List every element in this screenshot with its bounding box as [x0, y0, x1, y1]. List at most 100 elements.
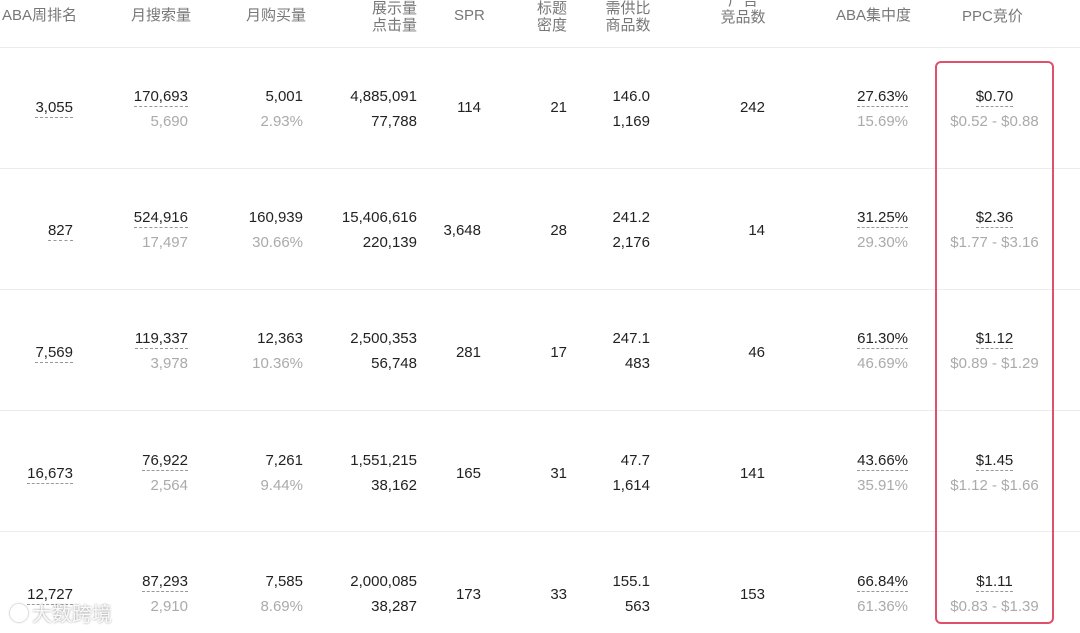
purchase-volume: 5,001: [265, 88, 303, 105]
cell-impressions-clicks: 4,885,091 77,788: [320, 84, 417, 134]
header-aba-concentration[interactable]: ABA集中度: [836, 7, 911, 24]
concentration-value: 66.84%: [857, 573, 908, 592]
cell-ad-products: 153: [739, 586, 765, 603]
concentration-value: 61.30%: [857, 330, 908, 349]
impressions: 2,000,085: [350, 573, 417, 590]
cell-aba-rank[interactable]: 3,055: [0, 98, 73, 118]
cell-monthly-search[interactable]: 119,337 3,978: [100, 326, 188, 376]
cell-aba-concentration[interactable]: 61.30% 46.69%: [830, 326, 908, 376]
cell-impressions-clicks: 2,000,085 38,287: [320, 569, 417, 619]
header-aba-rank[interactable]: ABA周排名: [2, 7, 77, 24]
header-supply-ratio-label: 需供比: [605, 0, 651, 17]
purchase-rate: 8.69%: [260, 598, 303, 615]
concentration-sub: 61.36%: [857, 598, 908, 615]
cell-title-density: 31: [550, 465, 567, 482]
cell-title-density: 21: [550, 99, 567, 116]
cell-ad-products: 46: [748, 344, 765, 361]
search-volume: 170,693: [133, 88, 188, 107]
cell-monthly-search[interactable]: 76,922 2,564: [100, 448, 188, 498]
cell-aba-rank[interactable]: 827: [0, 221, 73, 241]
supply-ratio: 247.1: [612, 330, 650, 347]
cell-spr: 3,648: [443, 222, 481, 239]
purchase-rate: 10.36%: [252, 355, 303, 372]
cell-supply-demand: 146.0 1,169: [590, 84, 650, 134]
table-row: 7,569 119,337 3,978 12,363 10.36% 2,500,…: [0, 290, 1080, 411]
cell-monthly-search[interactable]: 524,916 17,497: [100, 205, 188, 255]
header-title-density-line2: 密度: [536, 17, 567, 34]
cell-aba-concentration[interactable]: 66.84% 61.36%: [830, 569, 908, 619]
cell-spr: 165: [455, 465, 481, 482]
cell-supply-demand: 247.1 483: [590, 326, 650, 376]
supply-ratio: 146.0: [612, 88, 650, 105]
cell-title-density: 33: [550, 586, 567, 603]
header-title-density[interactable]: 标题 密度: [534, 0, 570, 34]
cell-impressions-clicks: 15,406,616 220,139: [320, 205, 417, 255]
cell-aba-concentration[interactable]: 31.25% 29.30%: [830, 205, 908, 255]
header-monthly-purchase[interactable]: 月购买量: [246, 7, 306, 24]
clicks: 220,139: [362, 234, 417, 251]
impressions: 1,551,215: [350, 452, 417, 469]
header-impressions-label: 展示量: [371, 0, 417, 17]
header-supply-demand[interactable]: 需供比 商品数: [603, 0, 653, 34]
cell-supply-demand: 241.2 2,176: [590, 205, 650, 255]
concentration-value: 27.63%: [857, 88, 908, 107]
table-row: 16,673 76,922 2,564 7,261 9.44% 1,551,21…: [0, 411, 1080, 532]
product-count: 1,614: [612, 477, 650, 494]
concentration-sub: 35.91%: [857, 477, 908, 494]
cell-spr: 114: [457, 99, 481, 116]
watermark-text: 大数跨境: [32, 604, 112, 626]
search-volume: 87,293: [142, 573, 188, 592]
cell-ad-products: 141: [739, 465, 765, 482]
impressions: 2,500,353: [350, 330, 417, 347]
purchase-rate: 30.66%: [252, 234, 303, 251]
cell-supply-demand: 155.1 563: [590, 569, 650, 619]
header-monthly-search[interactable]: 月搜索量: [131, 7, 191, 24]
purchase-volume: 7,261: [265, 452, 303, 469]
header-spr[interactable]: SPR: [454, 7, 485, 24]
purchase-rate: 2.93%: [260, 113, 303, 130]
table-header: ABA周排名 月搜索量 月购买量 展示量 点击量 SPR 标题 密度 需供比 商…: [0, 0, 1080, 48]
cell-impressions-clicks: 1,551,215 38,162: [320, 448, 417, 498]
cell-supply-demand: 47.7 1,614: [590, 448, 650, 498]
header-ad-label: 广告: [727, 0, 758, 9]
concentration-sub: 46.69%: [857, 355, 908, 372]
cell-ad-products: 14: [748, 222, 765, 239]
product-count: 563: [624, 598, 650, 615]
concentration-sub: 29.30%: [857, 234, 908, 251]
table-row: 827 524,916 17,497 160,939 30.66% 15,406…: [0, 169, 1080, 290]
cell-spr: 173: [455, 586, 481, 603]
cell-monthly-search[interactable]: 87,293 2,910: [100, 569, 188, 619]
table-row: 3,055 170,693 5,690 5,001 2.93% 4,885,09…: [0, 48, 1080, 169]
clicks: 56,748: [371, 355, 417, 372]
clicks: 77,788: [371, 113, 417, 130]
clicks: 38,162: [371, 477, 417, 494]
search-volume: 76,922: [142, 452, 188, 471]
cell-aba-rank[interactable]: 7,569: [0, 343, 73, 363]
concentration-value: 43.66%: [857, 452, 908, 471]
header-ad-competitors-label: 竞品数: [720, 9, 766, 26]
purchase-volume: 7,585: [265, 573, 303, 590]
cell-aba-concentration[interactable]: 43.66% 35.91%: [830, 448, 908, 498]
product-count: 2,176: [612, 234, 650, 251]
concentration-sub: 15.69%: [857, 113, 908, 130]
keyword-data-table: ABA周排名 月搜索量 月购买量 展示量 点击量 SPR 标题 密度 需供比 商…: [0, 0, 1080, 633]
watermark: 大数跨境: [10, 598, 112, 627]
search-volume-sub: 2,564: [150, 477, 188, 494]
search-volume-sub: 3,978: [150, 355, 188, 372]
header-ppc-bid[interactable]: PPC竞价: [962, 8, 1023, 25]
cell-ad-products: 242: [739, 99, 765, 116]
cell-monthly-search[interactable]: 170,693 5,690: [100, 84, 188, 134]
supply-ratio: 241.2: [612, 209, 650, 226]
cell-spr: 281: [455, 344, 481, 361]
cell-aba-rank[interactable]: 16,673: [0, 464, 73, 484]
cell-monthly-purchase: 7,261 9.44%: [215, 448, 303, 498]
header-products-label: 商品数: [605, 17, 651, 34]
table-row: 12,727 87,293 2,910 7,585 8.69% 2,000,08…: [0, 532, 1080, 633]
search-volume-sub: 2,910: [150, 598, 188, 615]
header-ad-products[interactable]: 广告 竞品数: [718, 0, 768, 26]
header-impressions-clicks[interactable]: 展示量 点击量: [368, 0, 417, 34]
cell-aba-concentration[interactable]: 27.63% 15.69%: [830, 84, 908, 134]
cell-monthly-purchase: 160,939 30.66%: [215, 205, 303, 255]
cell-title-density: 17: [550, 344, 567, 361]
purchase-volume: 12,363: [257, 330, 303, 347]
